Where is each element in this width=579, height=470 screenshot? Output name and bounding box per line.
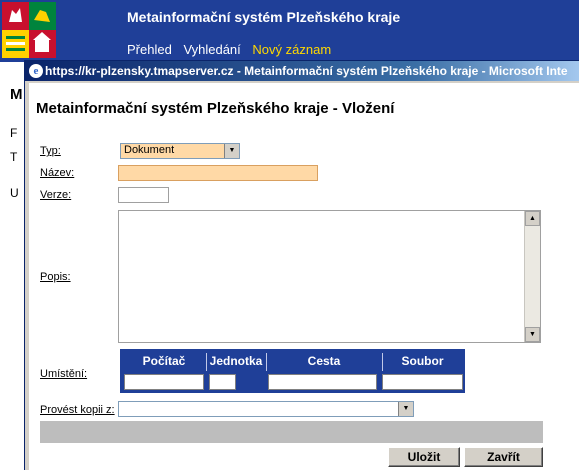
location-header-path: Cesta (307, 354, 341, 368)
location-header-unit: Jednotka (209, 354, 263, 368)
scroll-down-icon[interactable]: ▼ (525, 327, 540, 342)
app-title: Metainformační systém Plzeňského kraje (127, 9, 401, 25)
app-header: Metainformační systém Plzeňského kraje P… (0, 0, 579, 62)
chevron-down-icon: ▼ (398, 402, 413, 416)
popup-window: e https://kr-plzensky.tmapserver.cz - Me… (24, 60, 579, 470)
location-label: Umístění: (40, 368, 88, 380)
name-input[interactable] (118, 165, 318, 181)
location-table: Počítač Jednotka Cesta Soubor (120, 349, 465, 393)
bg-text-fragment: M (10, 86, 23, 103)
chevron-down-icon: ▼ (224, 144, 239, 158)
page-title: Metainformační systém Plzeňského kraje -… (36, 100, 395, 117)
bg-text-fragment: U (10, 186, 19, 200)
region-crest-logo (2, 2, 56, 58)
file-input[interactable] (382, 374, 463, 390)
main-nav: Přehled Vyhledání Nový záznam (127, 42, 339, 57)
scroll-up-icon[interactable]: ▲ (525, 211, 540, 226)
type-label: Typ: (40, 145, 61, 157)
path-input[interactable] (268, 374, 377, 390)
close-button[interactable]: Zavřít (464, 447, 543, 467)
screen: Metainformační systém Plzeňského kraje P… (0, 0, 579, 470)
type-select[interactable]: Dokument ▼ (120, 143, 240, 159)
nav-search-link[interactable]: Vyhledání (183, 42, 240, 57)
name-label: Název: (40, 167, 75, 179)
description-textarea[interactable]: ▲ ▼ (118, 210, 541, 343)
nav-new-record-link[interactable]: Nový záznam (252, 42, 331, 57)
bg-text-fragment: T (10, 150, 18, 164)
location-header-computer: Počítač (142, 354, 186, 368)
description-scrollbar[interactable]: ▲ ▼ (524, 211, 540, 342)
type-select-value: Dokument (124, 144, 175, 156)
ie-icon: e (29, 64, 43, 78)
bg-text-fragment: F (10, 126, 18, 140)
window-title: https://kr-plzensky.tmapserver.cz - Meta… (45, 64, 568, 78)
computer-input[interactable] (124, 374, 204, 390)
unit-input[interactable] (209, 374, 236, 390)
copy-from-select[interactable]: ▼ (118, 401, 414, 417)
nav-overview-link[interactable]: Přehled (127, 42, 172, 57)
save-button[interactable]: Uložit (388, 447, 460, 467)
window-content: Metainformační systém Plzeňského kraje -… (29, 83, 579, 470)
description-label: Popis: (40, 271, 71, 283)
copy-from-label: Provést kopii z: (40, 404, 115, 416)
version-input[interactable] (118, 187, 169, 203)
version-label: Verze: (40, 189, 72, 201)
status-bar-strip (40, 421, 543, 443)
location-header-file: Soubor (401, 354, 444, 368)
window-titlebar[interactable]: e https://kr-plzensky.tmapserver.cz - Me… (25, 61, 579, 81)
